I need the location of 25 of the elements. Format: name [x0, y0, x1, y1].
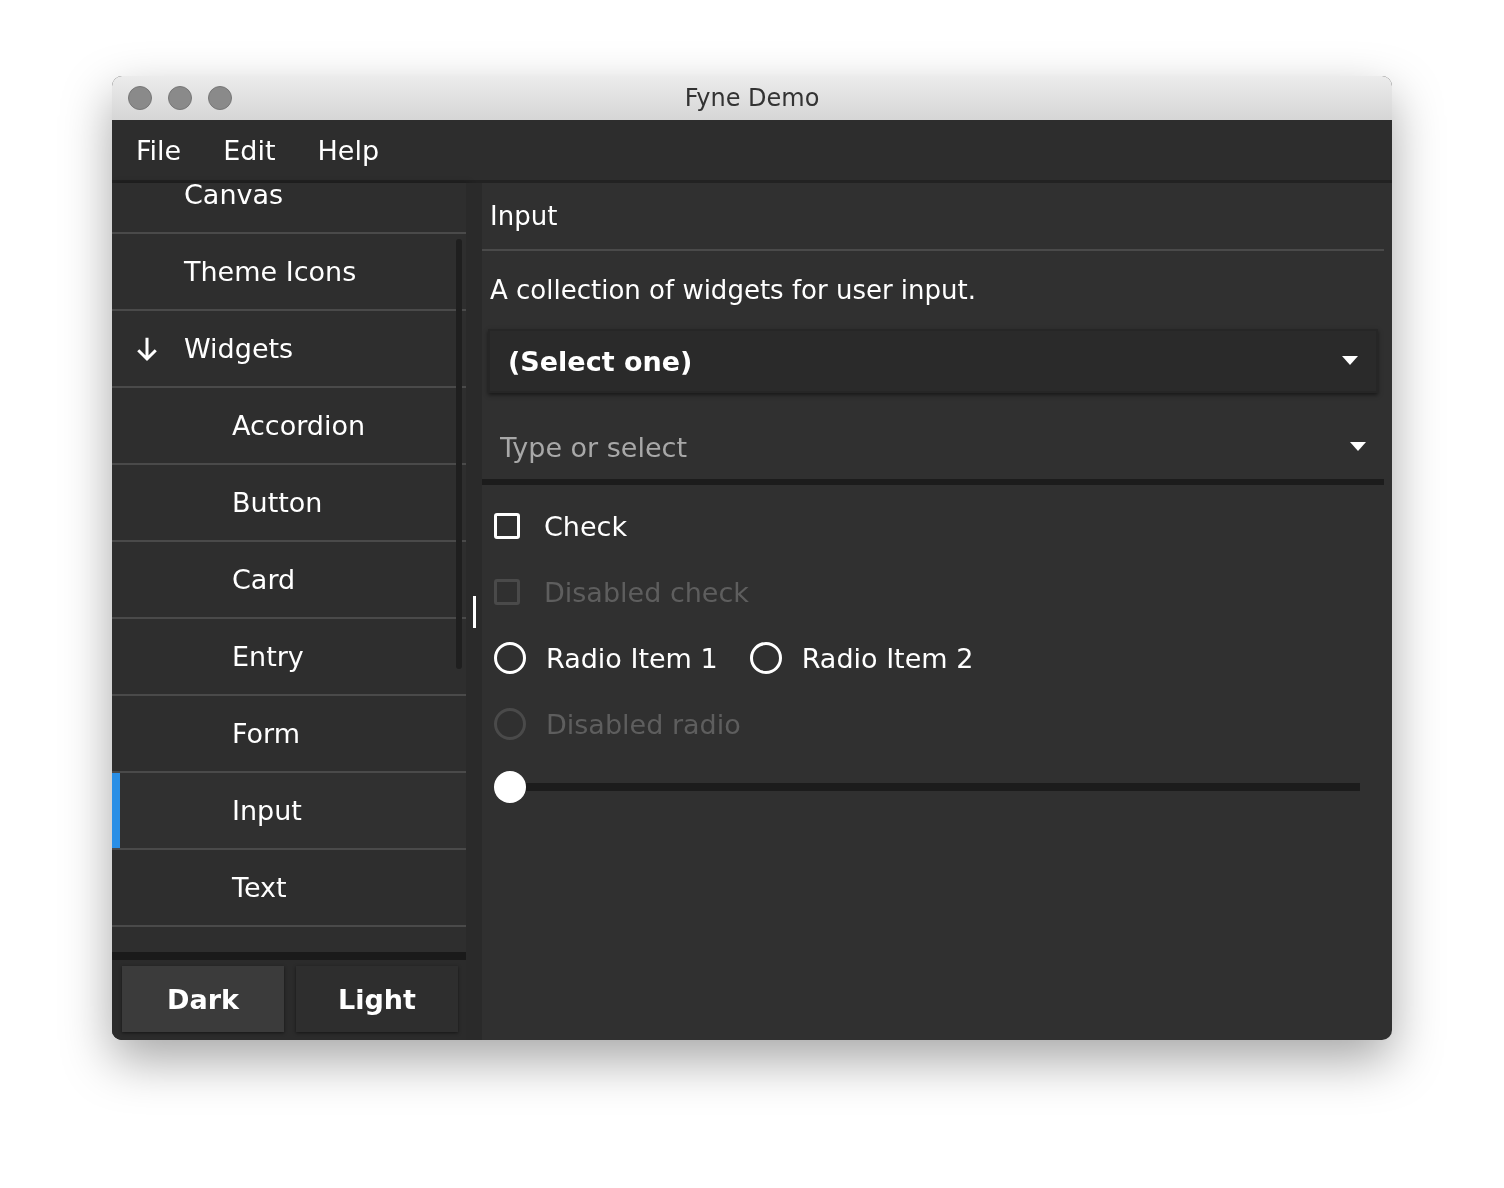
combo-field[interactable]: Type or select [498, 430, 1350, 464]
radio-label: Radio Item 2 [801, 642, 974, 674]
theme-button[interactable]: Dark [122, 966, 284, 1032]
description-text: A collection of widgets for user input. [489, 274, 977, 307]
page-title: Input [482, 183, 1384, 251]
slider-thumb[interactable] [494, 771, 526, 803]
select-dropdown[interactable]: (Select one) [488, 329, 1378, 393]
split-handle[interactable] [472, 595, 476, 628]
menu-item[interactable]: Help [317, 134, 380, 166]
window-title: Fyne Demo [684, 84, 820, 112]
zoom-button[interactable] [208, 86, 232, 110]
menu-item[interactable]: File [136, 134, 182, 166]
tree-item[interactable]: Input [112, 773, 466, 850]
radio-label: Radio Item 1 [546, 642, 718, 674]
menu-item[interactable]: Edit [223, 134, 276, 166]
checkbox[interactable] [494, 513, 520, 539]
caret-icon [1342, 356, 1358, 366]
minimize-button[interactable] [168, 86, 192, 110]
caret-icon [1350, 442, 1366, 452]
theme-button[interactable]: Light [296, 966, 458, 1032]
checkbox-label: Check [544, 510, 628, 542]
radio-button[interactable] [494, 642, 526, 674]
close-button[interactable] [128, 86, 152, 110]
scrollbar[interactable] [456, 239, 462, 669]
radio-button[interactable] [749, 642, 782, 674]
